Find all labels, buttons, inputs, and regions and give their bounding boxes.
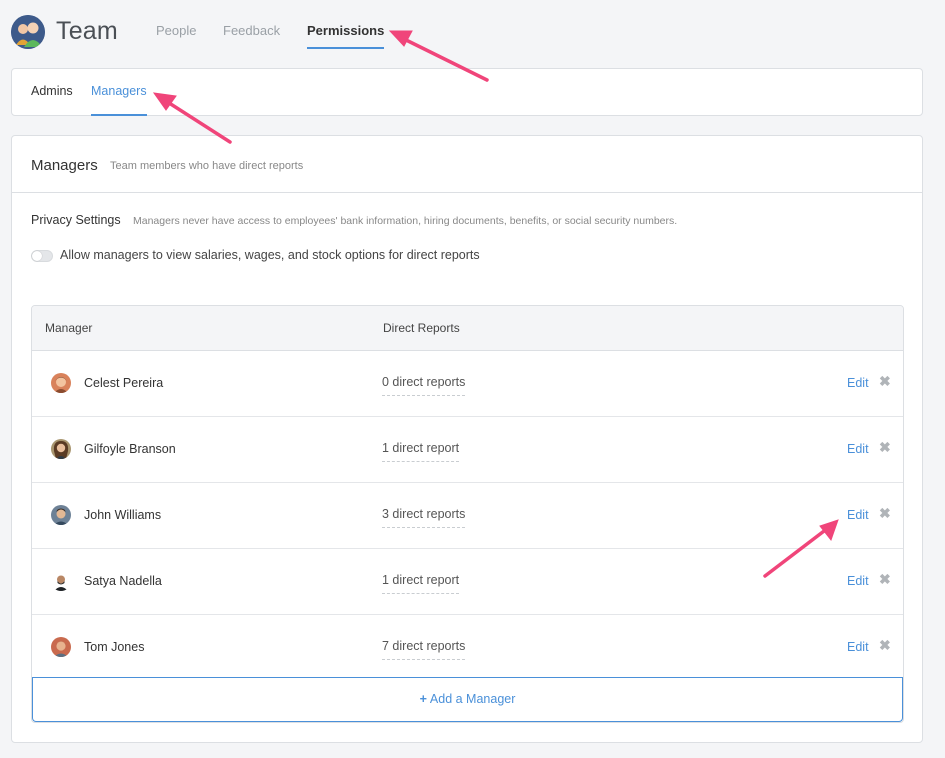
panel-subtitle: Team members who have direct reports xyxy=(110,160,304,172)
remove-icon[interactable]: ✖ xyxy=(879,571,891,588)
app-title: Team xyxy=(56,17,118,45)
avatar xyxy=(51,373,71,393)
edit-button[interactable]: Edit xyxy=(847,508,869,522)
privacy-settings-label: Privacy Settings xyxy=(31,213,121,227)
table-row: Celest Pereira 0 direct reports Edit ✖ xyxy=(32,351,903,417)
tab-feedback[interactable]: Feedback xyxy=(223,23,280,38)
direct-reports-count[interactable]: 0 direct reports xyxy=(382,375,466,396)
edit-button[interactable]: Edit xyxy=(847,376,869,390)
edit-button[interactable]: Edit xyxy=(847,640,869,654)
app-header: Team People Feedback Permissions xyxy=(0,0,945,62)
permissions-subnav: Admins Managers xyxy=(11,68,923,116)
manager-name: Celest Pereira xyxy=(84,376,164,390)
tab-people[interactable]: People xyxy=(156,23,196,38)
table-row: Satya Nadella 1 direct report Edit ✖ xyxy=(32,549,903,615)
privacy-settings-description: Managers never have access to employees'… xyxy=(133,215,678,227)
add-manager-label: Add a Manager xyxy=(429,692,516,706)
tab-permissions-label: Permissions xyxy=(307,23,385,38)
remove-icon[interactable]: ✖ xyxy=(879,637,891,654)
tab-permissions[interactable]: Permissions xyxy=(307,23,385,49)
avatar xyxy=(51,439,71,459)
subtab-admins[interactable]: Admins xyxy=(31,84,73,98)
remove-icon[interactable]: ✖ xyxy=(879,505,891,522)
avatar xyxy=(51,571,71,591)
direct-reports-count[interactable]: 1 direct report xyxy=(382,441,460,462)
salary-visibility-toggle[interactable] xyxy=(31,250,53,262)
panel-header: Managers Team members who have direct re… xyxy=(12,136,922,193)
column-header-manager: Manager xyxy=(45,321,93,335)
team-logo-icon xyxy=(11,15,45,49)
subtab-managers[interactable]: Managers xyxy=(91,84,147,116)
manager-name: John Williams xyxy=(84,508,162,522)
remove-icon[interactable]: ✖ xyxy=(879,439,891,456)
managers-table: Manager Direct Reports Celest Pereira 0 … xyxy=(31,305,904,723)
edit-button[interactable]: Edit xyxy=(847,442,869,456)
table-row: John Williams 3 direct reports Edit ✖ xyxy=(32,483,903,549)
direct-reports-count[interactable]: 1 direct report xyxy=(382,573,460,594)
salary-visibility-label: Allow managers to view salaries, wages, … xyxy=(60,248,480,262)
direct-reports-count[interactable]: 7 direct reports xyxy=(382,639,466,660)
direct-reports-count[interactable]: 3 direct reports xyxy=(382,507,466,528)
manager-name: Gilfoyle Branson xyxy=(84,442,176,456)
table-header: Manager Direct Reports xyxy=(32,306,903,351)
toggle-knob xyxy=(32,251,42,261)
managers-panel: Managers Team members who have direct re… xyxy=(11,135,923,743)
tab-active-indicator xyxy=(307,47,385,49)
subtab-managers-label: Managers xyxy=(91,84,147,98)
avatar xyxy=(51,505,71,525)
remove-icon[interactable]: ✖ xyxy=(879,373,891,390)
table-row: Gilfoyle Branson 1 direct report Edit ✖ xyxy=(32,417,903,483)
panel-title: Managers xyxy=(31,157,98,174)
add-manager-button[interactable]: + Add a Manager xyxy=(32,677,903,722)
avatar xyxy=(51,637,71,657)
table-row: Tom Jones 7 direct reports Edit ✖ xyxy=(32,615,903,681)
plus-icon: + xyxy=(419,692,427,706)
column-header-direct-reports: Direct Reports xyxy=(383,321,460,335)
manager-name: Tom Jones xyxy=(84,640,145,654)
subtab-active-indicator xyxy=(91,114,147,116)
manager-name: Satya Nadella xyxy=(84,574,162,588)
edit-button[interactable]: Edit xyxy=(847,574,869,588)
